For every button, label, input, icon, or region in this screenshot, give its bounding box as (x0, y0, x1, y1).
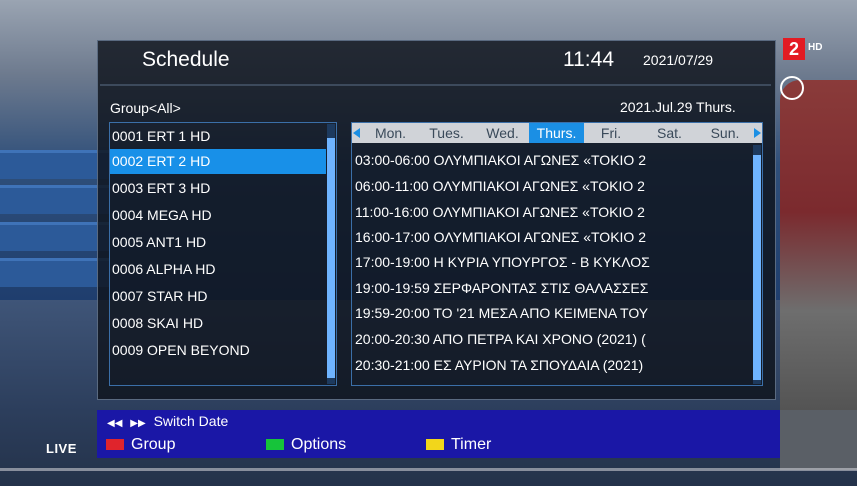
court-line (0, 468, 857, 471)
seat-row (0, 258, 110, 287)
tab-day-fri[interactable]: Fri. (585, 123, 637, 143)
live-badge: LIVE (46, 441, 77, 456)
switch-date-hint: ◀◀ ▶▶ Switch Date (107, 413, 228, 429)
channel-item-selected[interactable]: 0002 ERT 2 HD (110, 149, 326, 174)
channel-item[interactable]: 0001 ERT 1 HD (110, 124, 326, 149)
switch-date-label: Switch Date (153, 413, 229, 429)
group-key-label: Group (131, 436, 176, 453)
header-divider (100, 84, 771, 86)
event-item[interactable]: 19:59-20:00 ΤΟ '21 ΜΕΣΑ ΑΠΟ ΚΕΙΜΕΝΑ ΤΟΥ (355, 301, 750, 326)
tab-day-tues[interactable]: Tues. (419, 123, 474, 143)
yellow-key-icon (426, 439, 444, 451)
page-title: Schedule (142, 48, 230, 71)
clock-time: 11:44 (563, 48, 614, 71)
seat-row (0, 185, 110, 214)
prev-day-arrow-icon[interactable] (353, 128, 360, 138)
options-key-button[interactable]: Options (266, 436, 346, 454)
selected-date: 2021.Jul.29 Thurs. (620, 99, 736, 115)
tab-day-sat[interactable]: Sat. (642, 123, 697, 143)
event-item[interactable]: 19:00-19:59 ΣΕΡΦΑΡΟΝΤΑΣ ΣΤΙΣ ΘΑΛΑΣΣΕΣ (355, 276, 750, 301)
green-key-icon (266, 439, 284, 451)
seat-row (0, 150, 110, 179)
olympic-rings-icon (780, 76, 804, 100)
channel-item[interactable]: 0005 ANT1 HD (110, 230, 326, 255)
rewind-icon: ◀◀ (107, 418, 123, 429)
group-filter[interactable]: Group<All> (110, 100, 181, 116)
event-item[interactable]: 06:00-11:00 ΟΛΥΜΠΙΑΚΟΙ ΑΓΩΝΕΣ «ΤΟΚΙΟ 2 (355, 174, 750, 199)
channel-list-scrollbar[interactable] (327, 124, 335, 384)
channel-item[interactable]: 0007 STAR HD (110, 284, 326, 309)
group-key-button[interactable]: Group (106, 436, 175, 454)
tab-day-sun[interactable]: Sun. (698, 123, 752, 143)
event-item[interactable]: 03:00-06:00 ΟΛΥΜΠΙΑΚΟΙ ΑΓΩΝΕΣ «ΤΟΚΙΟ 2 (355, 148, 750, 173)
event-list-scrollbar[interactable] (753, 145, 761, 384)
event-scrollbar-thumb[interactable] (753, 155, 761, 380)
next-day-arrow-icon[interactable] (754, 128, 761, 138)
clock-date: 2021/07/29 (643, 52, 714, 68)
tab-day-wed[interactable]: Wed. (476, 123, 529, 143)
channel-scrollbar-thumb[interactable] (327, 138, 335, 378)
channel-item[interactable]: 0009 OPEN BEYOND (110, 338, 326, 363)
timer-key-label: Timer (451, 436, 492, 453)
options-key-label: Options (291, 436, 347, 453)
court-floor-right (780, 410, 857, 470)
background-person (780, 80, 857, 410)
channel-logo: 2 (783, 38, 805, 60)
channel-item[interactable]: 0008 SKAI HD (110, 311, 326, 336)
channel-logo-hd: HD (808, 42, 823, 53)
red-key-icon (106, 439, 124, 451)
event-item[interactable]: 17:00-19:00 Η ΚΥΡΙΑ ΥΠΟΥΡΓΟΣ - Β ΚΥΚΛΟΣ (355, 250, 750, 275)
tab-day-mon[interactable]: Mon. (363, 123, 418, 143)
fast-forward-icon: ▶▶ (130, 418, 146, 429)
event-item[interactable]: 16:00-17:00 ΟΛΥΜΠΙΑΚΟΙ ΑΓΩΝΕΣ «ΤΟΚΙΟ 2 (355, 225, 750, 250)
tab-day-thurs[interactable]: Thurs. (529, 123, 584, 143)
event-item[interactable]: 20:30-21:00 ΕΣ ΑΥΡΙΟΝ ΤΑ ΣΠΟΥΔΑΙΑ (2021) (355, 353, 750, 378)
seat-row (0, 222, 110, 251)
event-item[interactable]: 20:00-20:30 ΑΠΟ ΠΕΤΡΑ ΚΑΙ ΧΡΟΝΟ (2021) ( (355, 327, 750, 352)
event-item[interactable]: 11:00-16:00 ΟΛΥΜΠΙΑΚΟΙ ΑΓΩΝΕΣ «ΤΟΚΙΟ 2 (355, 200, 750, 225)
timer-key-button[interactable]: Timer (426, 436, 491, 454)
channel-item[interactable]: 0006 ALPHA HD (110, 257, 326, 282)
channel-item[interactable]: 0004 MEGA HD (110, 203, 326, 228)
channel-item[interactable]: 0003 ERT 3 HD (110, 176, 326, 201)
